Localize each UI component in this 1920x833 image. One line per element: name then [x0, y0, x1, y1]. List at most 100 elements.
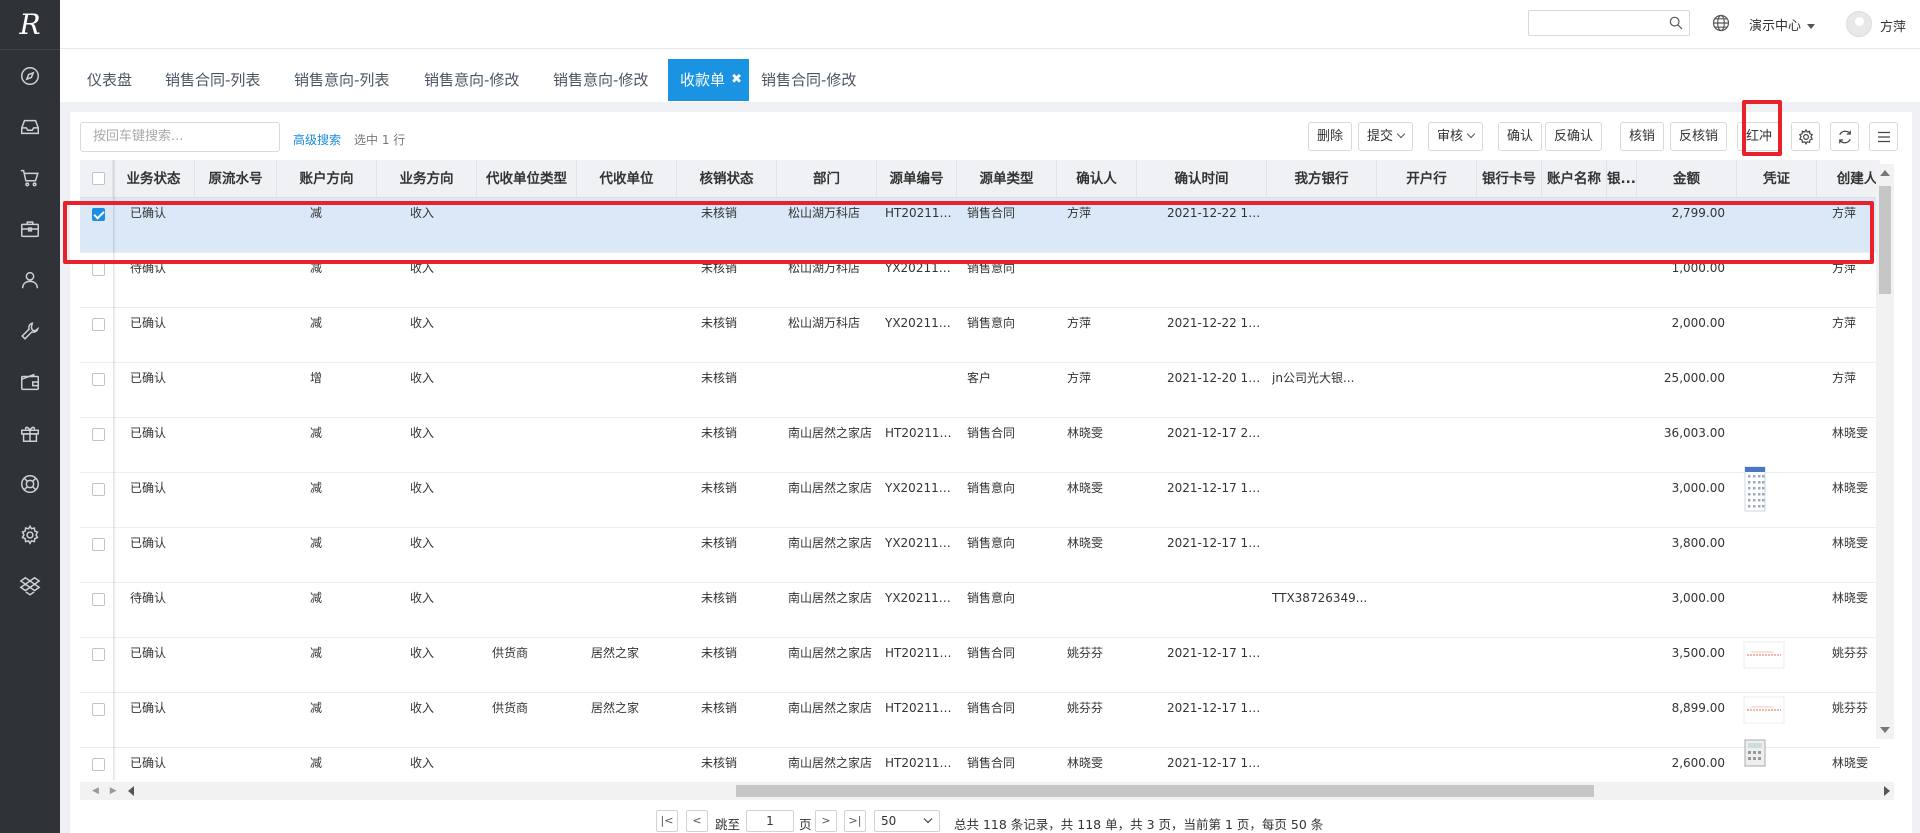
tab-sales-intent-edit-2[interactable]: 销售意向-修改: [541, 59, 660, 101]
settings-button[interactable]: [1791, 122, 1820, 151]
col-header[interactable]: 确认人: [1057, 160, 1137, 198]
table-row[interactable]: 已确认 减 收入 未核销 南山居然之家店 HT202112... 销售合同 林晓雯 2021-1…: [80, 739, 1880, 780]
writeoff-button[interactable]: 核销: [1620, 122, 1665, 151]
table-row[interactable]: 已确认 减 收入 供货商 居然之家 未核销 南山居然之家店 HT202112... 销售合同 姚芬…: [80, 693, 1880, 748]
tab-sales-intent-edit-1[interactable]: 销售意向-修改: [412, 59, 531, 101]
delete-button[interactable]: 删除: [1308, 122, 1353, 151]
row-checkbox[interactable]: [92, 648, 105, 661]
row-checkbox[interactable]: [92, 373, 105, 386]
col-header[interactable]: 凭证: [1737, 160, 1817, 198]
table-row[interactable]: 已确认 减 收入 供货商 居然之家 未核销 南山居然之家店 HT202112... 销售合同 姚芬…: [80, 638, 1880, 693]
cart-icon[interactable]: [0, 152, 60, 203]
col-header[interactable]: 原流水号: [195, 160, 277, 198]
col-header[interactable]: 业务方向: [377, 160, 477, 198]
wrench-icon[interactable]: [0, 305, 60, 356]
confirm-button[interactable]: 确认: [1498, 122, 1543, 151]
col-header[interactable]: 核销状态: [677, 160, 777, 198]
menu-button[interactable]: [1869, 122, 1898, 151]
col-header[interactable]: 开户行: [1377, 160, 1477, 198]
row-checkbox[interactable]: [92, 483, 105, 496]
globe-icon[interactable]: [1711, 13, 1731, 36]
dropbox-icon[interactable]: [0, 560, 60, 611]
advanced-search-link[interactable]: 高级搜索: [293, 131, 341, 148]
scroll-left-icon[interactable]: [128, 786, 134, 796]
select-all-checkbox[interactable]: [92, 172, 105, 185]
gear-icon[interactable]: [0, 509, 60, 560]
vertical-scrollbar[interactable]: [1876, 164, 1894, 739]
table-row[interactable]: 已确认 减 收入 未核销 南山居然之家店 HT202112... 销售合同 林晓雯 2021-1…: [80, 418, 1880, 473]
review-dropdown[interactable]: 审核: [1428, 122, 1484, 151]
global-search-input[interactable]: [1528, 10, 1690, 36]
col-header[interactable]: 确认时间: [1137, 160, 1267, 198]
inbox-icon[interactable]: [0, 101, 60, 152]
page-size-select[interactable]: 50: [874, 810, 940, 832]
compass-icon[interactable]: [0, 50, 60, 101]
voucher-thumbnail[interactable]: [1743, 696, 1785, 726]
tab-sales-contract-list[interactable]: 销售合同-列表: [153, 59, 272, 101]
col-header[interactable]: 我方银行: [1267, 160, 1377, 198]
col-header[interactable]: 代收单位类型: [477, 160, 577, 198]
search-icon[interactable]: [1668, 15, 1684, 31]
voucher-thumbnail[interactable]: [1743, 641, 1785, 671]
col-header[interactable]: 银...: [1607, 160, 1637, 198]
voucher-thumbnail[interactable]: [1743, 738, 1767, 768]
scroll-right-icon[interactable]: [1884, 786, 1890, 796]
col-header[interactable]: 创建人: [1817, 160, 1880, 198]
table-row[interactable]: 已确认 减 收入 未核销 松山湖万科店 YX202112... 销售意向 方萍 2021-12-…: [80, 308, 1880, 363]
demo-center-dropdown[interactable]: 演示中心: [1749, 15, 1816, 34]
page-number-input[interactable]: 1: [746, 810, 794, 832]
col-header[interactable]: 部门: [777, 160, 877, 198]
table-row[interactable]: 已确认 减 收入 未核销 南山居然之家店 YX202112... 销售意向 林晓雯 2021-1…: [80, 466, 1880, 528]
vertical-scroll-thumb[interactable]: [1879, 186, 1891, 294]
tab-dashboard[interactable]: 仪表盘: [75, 59, 144, 101]
lifebuoy-icon[interactable]: [0, 458, 60, 509]
row-checkbox[interactable]: [92, 593, 105, 606]
frozen-scroll-arrows[interactable]: ◀ ▶: [92, 786, 121, 796]
user-name[interactable]: 方萍: [1880, 16, 1906, 35]
horizontal-scrollbar[interactable]: ◀ ▶: [80, 782, 1894, 800]
row-checkbox[interactable]: [92, 263, 105, 276]
row-checkbox[interactable]: [92, 703, 105, 716]
row-checkbox[interactable]: [92, 428, 105, 441]
col-header[interactable]: 银行卡号: [1477, 160, 1542, 198]
horizontal-scroll-thumb[interactable]: [736, 785, 1594, 797]
last-page-button[interactable]: >|: [844, 810, 866, 832]
table-row[interactable]: 已确认 减 收入 未核销 南山居然之家店 YX202112... 销售意向 林晓雯 2021-1…: [80, 528, 1880, 583]
row-checkbox[interactable]: [92, 758, 105, 771]
briefcase-icon[interactable]: [0, 203, 60, 254]
table-row[interactable]: 已确认 减 收入 未核销 松山湖万科店 HT202112... 销售合同 方萍 2021-12-…: [80, 198, 1880, 253]
close-icon[interactable]: ✖: [731, 59, 742, 101]
gift-icon[interactable]: [0, 407, 60, 458]
first-page-button[interactable]: |<: [656, 810, 678, 832]
wallet-icon[interactable]: [0, 356, 60, 407]
row-checkbox[interactable]: [92, 318, 105, 331]
tab-sales-intent-list[interactable]: 销售意向-列表: [282, 59, 401, 101]
col-header[interactable]: 账户名称: [1542, 160, 1607, 198]
col-header[interactable]: 源单类型: [957, 160, 1057, 198]
tab-receipt[interactable]: 收款单 ✖: [668, 59, 750, 101]
col-header[interactable]: 代收单位: [577, 160, 677, 198]
unconfirm-button[interactable]: 反确认: [1545, 122, 1603, 151]
voucher-thumbnail[interactable]: [1743, 465, 1767, 513]
unwriteoff-button[interactable]: 反核销: [1670, 122, 1728, 151]
prev-page-button[interactable]: <: [686, 810, 708, 832]
table-row[interactable]: 待确认 减 收入 未核销 南山居然之家店 YX202112... 销售意向 TTX387263…: [80, 583, 1880, 638]
submit-dropdown[interactable]: 提交: [1358, 122, 1414, 151]
red-reverse-button[interactable]: 红冲: [1737, 122, 1782, 151]
avatar[interactable]: [1846, 11, 1872, 37]
list-search-input[interactable]: 按回车键搜索...: [80, 122, 280, 152]
user-icon[interactable]: [0, 254, 60, 305]
col-header[interactable]: 业务状态: [113, 160, 195, 198]
scroll-down-icon[interactable]: [1880, 727, 1890, 733]
scroll-up-icon[interactable]: [1880, 170, 1890, 176]
table-row[interactable]: 待确认 减 收入 未核销 松山湖万科店 YX202112... 销售意向 1,000.00 方萍: [80, 253, 1880, 308]
refresh-button[interactable]: [1830, 122, 1859, 151]
app-logo[interactable]: R: [0, 0, 60, 50]
col-header[interactable]: 账户方向: [277, 160, 377, 198]
next-page-button[interactable]: >: [815, 810, 837, 832]
row-checkbox[interactable]: [92, 208, 105, 221]
col-header[interactable]: 源单编号: [877, 160, 957, 198]
row-checkbox[interactable]: [92, 538, 105, 551]
tab-sales-contract-edit[interactable]: 销售合同-修改: [749, 59, 868, 101]
col-header[interactable]: 金额: [1637, 160, 1737, 198]
